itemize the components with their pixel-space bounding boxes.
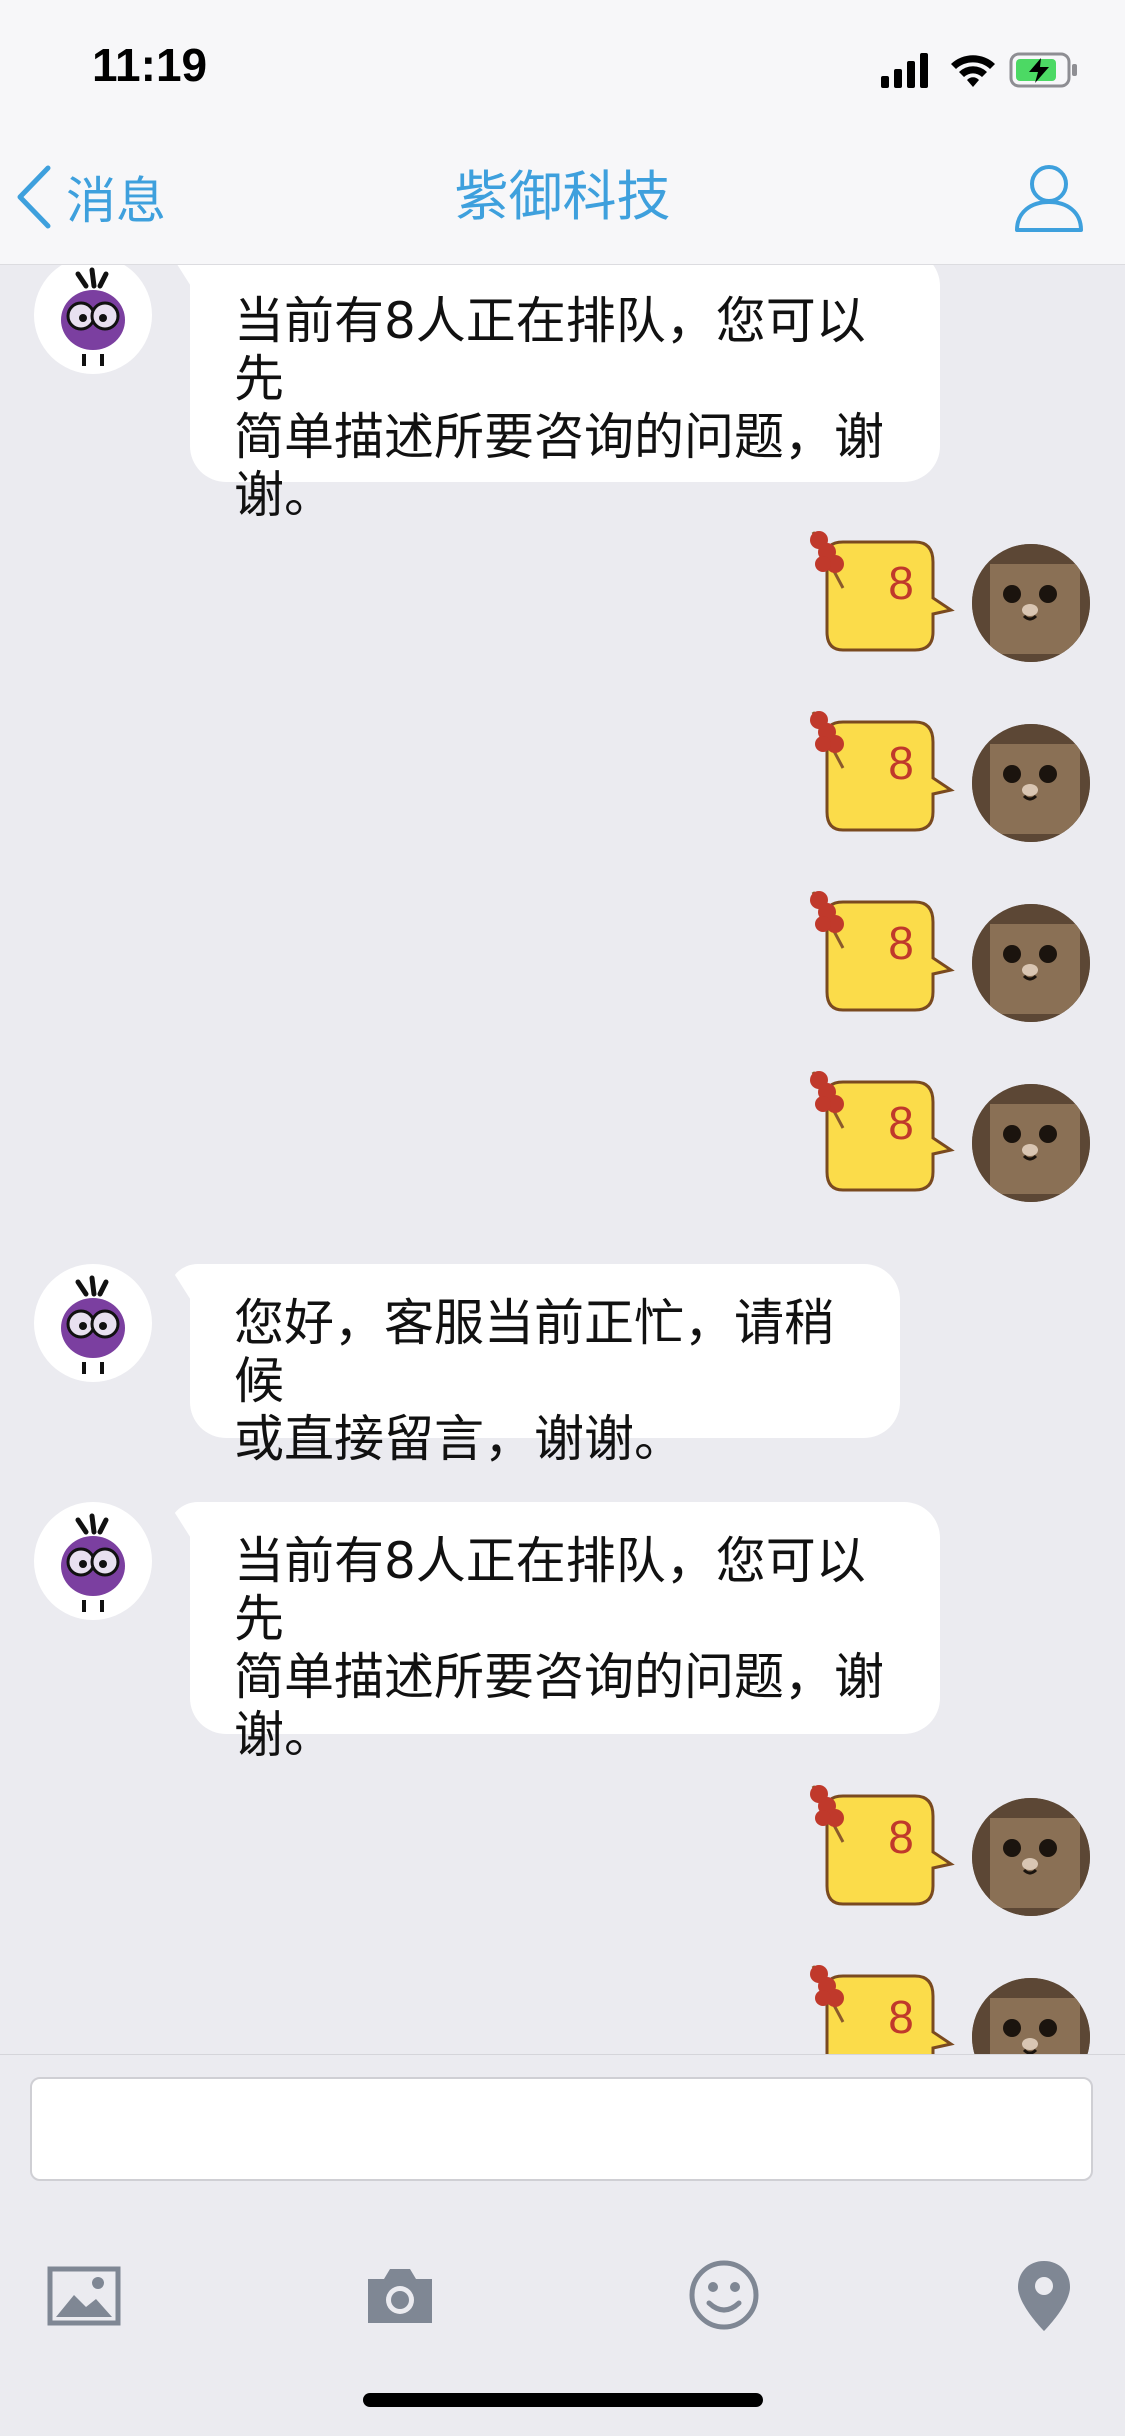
cat-avatar-icon — [972, 544, 1090, 662]
person-icon[interactable] — [1013, 162, 1085, 234]
user-avatar[interactable] — [972, 1798, 1090, 1916]
user-avatar[interactable] — [972, 724, 1090, 842]
cat-avatar-icon — [972, 1798, 1090, 1916]
candy-sticker[interactable]: 8 — [805, 1962, 955, 2054]
eggplant-mascot-icon — [61, 267, 125, 366]
status-bar: 11:19 — [0, 0, 1125, 132]
eggplant-mascot-icon — [61, 1513, 125, 1612]
candy-sticker[interactable]: 8 — [805, 1782, 955, 1917]
candy-sticker[interactable]: 8 — [805, 708, 955, 843]
location-pin-icon[interactable] — [1004, 2255, 1084, 2335]
cat-avatar-icon — [972, 724, 1090, 842]
chat-screen: 11:19 消息 紫御科技 当前有8人正在排队，您可以先 简单描述所要咨询的问题… — [0, 0, 1125, 2436]
battery-charging-icon — [1009, 52, 1077, 88]
candy-sticker[interactable]: 8 — [805, 1068, 955, 1203]
sticker-number: 8 — [888, 1097, 914, 1149]
camera-icon[interactable] — [360, 2255, 440, 2335]
page-title: 紫御科技 — [454, 165, 671, 228]
status-time: 11:19 — [92, 39, 208, 91]
sticker-number: 8 — [888, 917, 914, 969]
user-avatar[interactable] — [972, 1084, 1090, 1202]
candy-sticker[interactable]: 8 — [805, 528, 955, 663]
composer — [0, 2054, 1125, 2436]
message-list[interactable]: 当前有8人正在排队，您可以先 简单描述所要咨询的问题，谢 谢。 8 8 8 8 … — [0, 264, 1125, 2054]
cat-avatar-icon — [972, 904, 1090, 1022]
bot-avatar[interactable] — [34, 264, 152, 374]
eggplant-mascot-icon — [61, 1275, 125, 1374]
user-avatar[interactable] — [972, 1978, 1090, 2054]
cat-avatar-icon — [972, 1978, 1090, 2054]
image-icon[interactable] — [44, 2255, 124, 2335]
user-avatar[interactable] — [972, 904, 1090, 1022]
emoji-icon[interactable] — [684, 2255, 764, 2335]
candy-sticker[interactable]: 8 — [805, 888, 955, 1023]
sticker-number: 8 — [888, 737, 914, 789]
status-icons — [881, 52, 1077, 88]
sticker-number: 8 — [888, 557, 914, 609]
cat-avatar-icon — [972, 1084, 1090, 1202]
wifi-icon — [951, 55, 995, 87]
message-input[interactable] — [30, 2077, 1093, 2181]
bot-avatar[interactable] — [34, 1502, 152, 1620]
nav-bar: 消息 紫御科技 — [0, 132, 1125, 265]
bot-avatar[interactable] — [34, 1264, 152, 1382]
user-avatar[interactable] — [972, 544, 1090, 662]
signal-icon — [881, 53, 928, 88]
bot-message-bubble[interactable]: 您好，客服当前正忙，请稍候 或直接留言，谢谢。 — [190, 1264, 900, 1468]
sticker-number: 8 — [888, 1811, 914, 1863]
sticker-number: 8 — [888, 1991, 914, 2043]
home-indicator[interactable] — [363, 2393, 763, 2407]
bot-message-bubble[interactable]: 当前有8人正在排队，您可以先 简单描述所要咨询的问题，谢 谢。 — [190, 264, 940, 524]
bot-message-bubble[interactable]: 当前有8人正在排队，您可以先 简单描述所要咨询的问题，谢 谢。 — [190, 1502, 940, 1764]
